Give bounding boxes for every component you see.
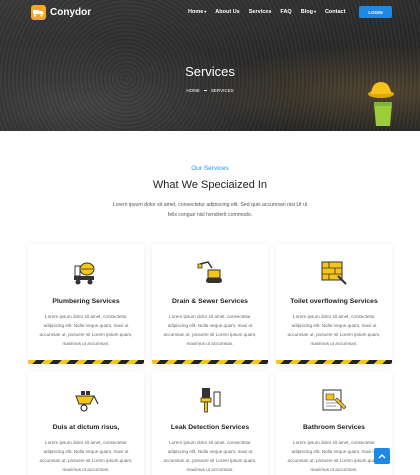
page-hero: Conydor Home▾ About Us Services FAQ Blog… (0, 0, 420, 131)
section-description: Lorem ipsum dolor sit amet, consectetur … (112, 202, 308, 218)
chevron-down-icon: ▾ (204, 9, 207, 14)
service-title: Leak Detection Services (170, 424, 250, 431)
chevron-up-icon (378, 454, 386, 459)
paint-brush-icon (200, 388, 221, 413)
service-card[interactable]: Duis at dictum risus, Lorem ipsum dolor … (28, 372, 144, 475)
nav-about-us[interactable]: About Us (215, 9, 239, 15)
nav-contact[interactable]: Contact (325, 9, 345, 15)
service-text: Lorem ipsum dolor sit amet, consectetur … (163, 314, 257, 346)
login-button[interactable]: LOGIN (359, 6, 392, 18)
nav-services[interactable]: Services (249, 9, 272, 15)
truck-icon (31, 5, 46, 20)
main-nav: Home▾ About Us Services FAQ Blog▾ Contac… (188, 9, 354, 15)
hazard-stripe (152, 360, 268, 364)
page-title: Services (185, 64, 235, 79)
service-title: Plumbering Services (52, 298, 120, 305)
breadcrumb-separator (203, 90, 207, 92)
section-title: What We Speciaized In (152, 179, 268, 191)
hazard-stripe (276, 360, 392, 364)
breadcrumb-home[interactable]: HOME (186, 88, 200, 93)
nav-blog[interactable]: Blog▾ (301, 9, 316, 15)
section-eyebrow: Our Services (191, 165, 229, 172)
breadcrumb-current: SERVICES (210, 88, 234, 93)
hazard-stripe (28, 360, 144, 364)
service-title: Toilet overflowing Services (290, 298, 378, 305)
service-text: Lorem ipsum dolor sit amet, consectetur … (287, 440, 381, 472)
excavator-icon (197, 261, 222, 283)
navbar: Conydor Home▾ About Us Services FAQ Blog… (0, 0, 420, 26)
service-title: Bathroom Services (303, 424, 365, 431)
bucket-image (374, 102, 392, 126)
service-title: Duis at dictum risus, (52, 424, 120, 431)
service-text: Lorem ipsum dolor sit amet, consectetur … (39, 440, 133, 472)
breadcrumb: HOME SERVICES (0, 88, 420, 93)
chevron-down-icon: ▾ (313, 9, 316, 14)
service-card[interactable]: Toilet overflowing Services Lorem ipsum … (276, 244, 392, 364)
service-card[interactable]: Leak Detection Services Lorem ipsum dolo… (152, 372, 268, 475)
service-title: Drain & Sewer Services (172, 298, 248, 305)
wheelbarrow-icon (75, 391, 99, 412)
service-text: Lorem ipsum dolor sit amet, consectetur … (39, 314, 133, 346)
service-text: Lorem ipsum dolor sit amet, consectetur … (163, 440, 257, 472)
service-card[interactable]: Plumbering Services Lorem ipsum dolor si… (28, 244, 144, 364)
blueprint-icon (322, 389, 347, 411)
service-card[interactable]: Drain & Sewer Services Lorem ipsum dolor… (152, 244, 268, 364)
scroll-to-top-button[interactable] (374, 448, 390, 464)
brick-wall-icon (321, 261, 347, 285)
brand-logo[interactable]: Conydor (31, 5, 91, 20)
cement-mixer-icon (74, 262, 95, 285)
service-text: Lorem ipsum dolor sit amet, consectetur … (287, 314, 381, 346)
nav-home[interactable]: Home▾ (188, 9, 206, 15)
brand-name: Conydor (50, 7, 92, 18)
nav-faq[interactable]: FAQ (280, 9, 291, 15)
